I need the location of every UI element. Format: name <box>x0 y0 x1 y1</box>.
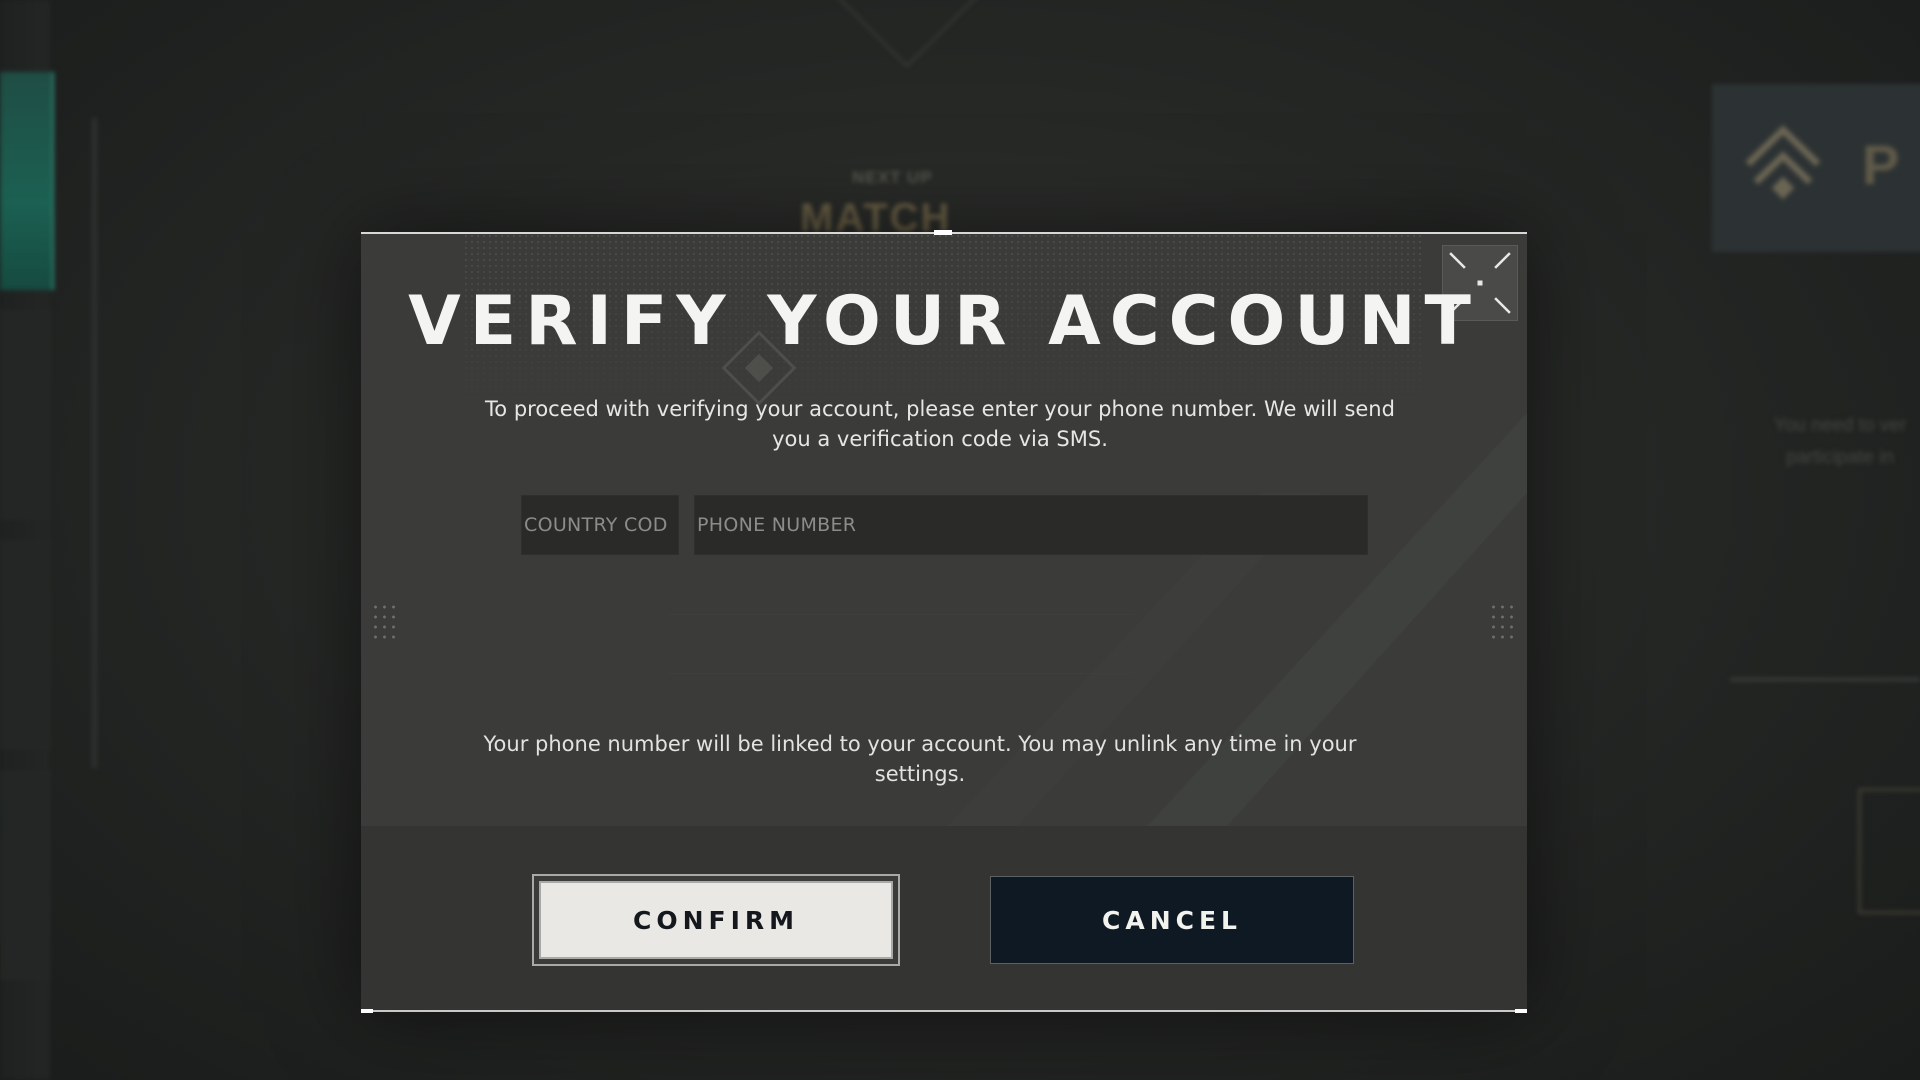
right-panel-text: You need to ver participate in <box>1773 415 1907 468</box>
right-panel-initial: P <box>1862 133 1900 196</box>
left-side-rail <box>0 0 54 1080</box>
rank-chevron-icon <box>1745 125 1821 200</box>
dialog-description: To proceed with verifying your account, … <box>485 397 1395 451</box>
left-dots-decoration <box>371 602 399 644</box>
monitor-icon <box>1858 788 1920 914</box>
phone-number-input[interactable] <box>694 495 1368 555</box>
right-panel-divider <box>1730 678 1920 681</box>
country-code-input[interactable] <box>521 495 679 555</box>
confirm-button-label: CONFIRM <box>632 905 800 935</box>
game-client-screen: NEXT UP MATCH P You need to ver particip… <box>0 0 1920 1080</box>
dialog-title: VERIFY YOUR ACCOUNT <box>408 282 1480 361</box>
bottom-right-notch <box>1515 1009 1527 1013</box>
dialog-bottom-border <box>361 1010 1527 1012</box>
faded-submit-placeholder <box>668 614 1134 674</box>
bottom-left-notch <box>361 1009 373 1013</box>
link-notice-text: Your phone number will be linked to your… <box>483 732 1357 786</box>
rail-card <box>0 310 49 520</box>
confirm-button[interactable]: CONFIRM <box>532 874 900 966</box>
top-notch <box>934 230 952 235</box>
rail-card <box>0 770 49 980</box>
rail-card <box>0 540 49 750</box>
background-diamond-decoration <box>826 0 988 68</box>
cancel-button-label: CANCEL <box>1102 905 1242 935</box>
background-scrollbar <box>92 118 97 768</box>
next-up-label: NEXT UP <box>852 168 933 187</box>
right-dots-decoration <box>1489 602 1517 644</box>
selected-rail-card <box>0 72 54 290</box>
cancel-button[interactable]: CANCEL <box>990 876 1354 964</box>
